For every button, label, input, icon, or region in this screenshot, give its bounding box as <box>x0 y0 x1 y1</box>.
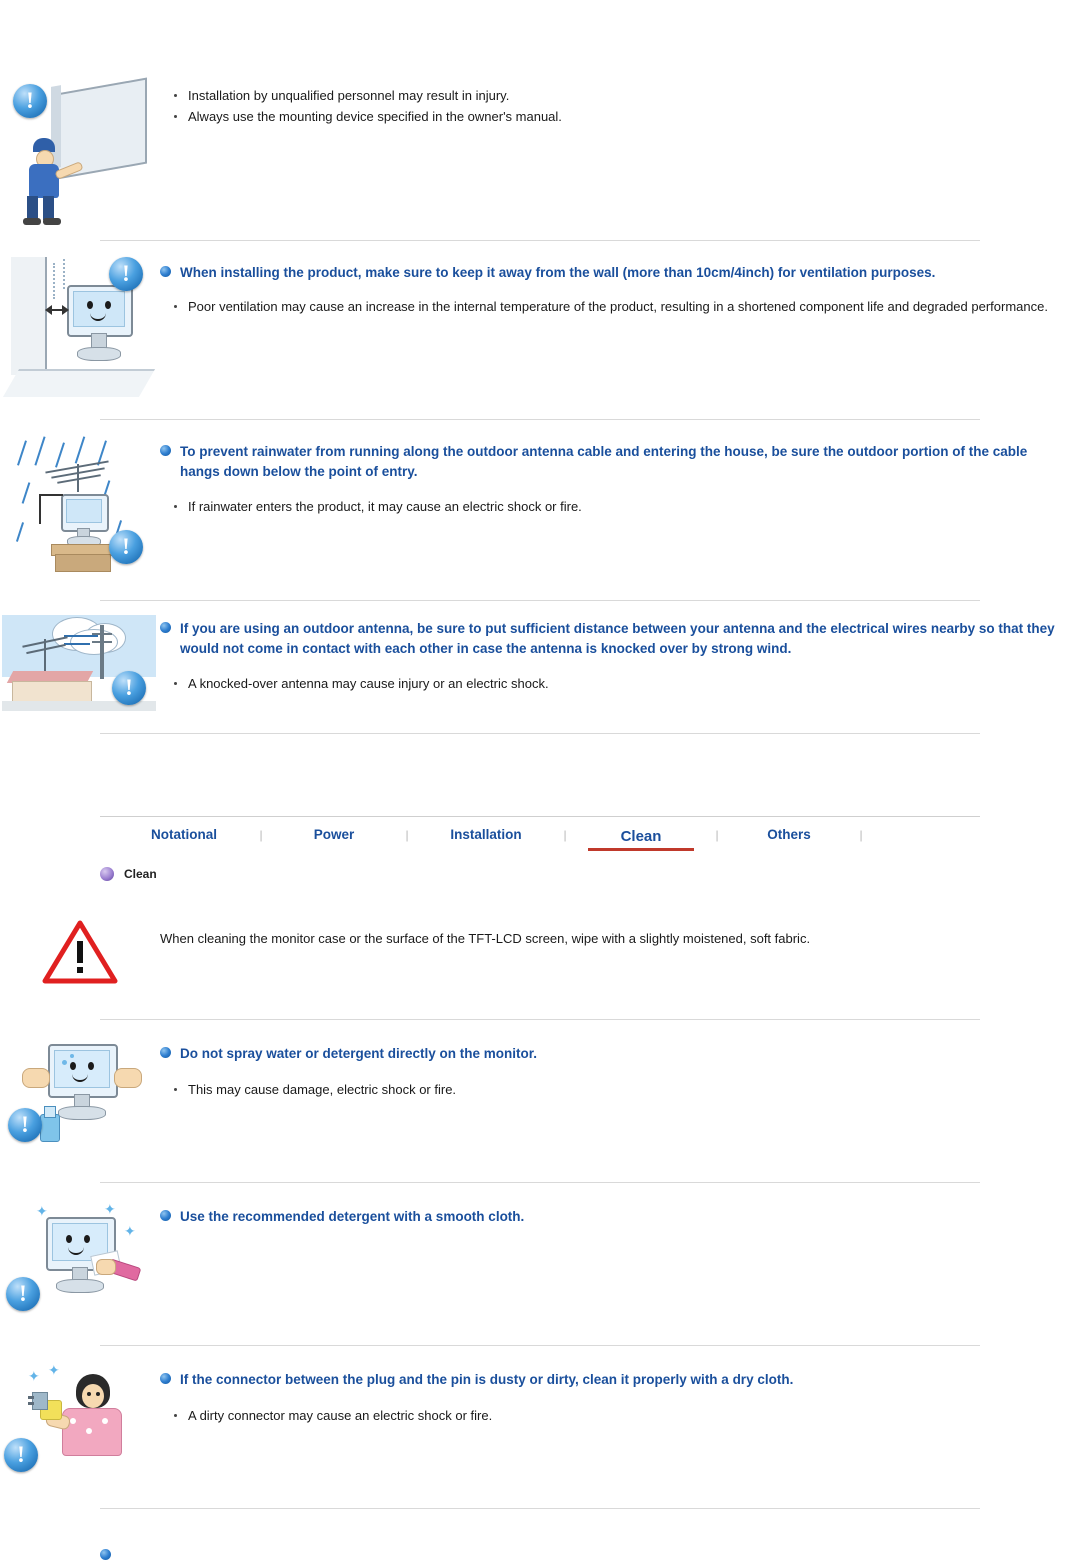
bullet-icon <box>160 266 171 277</box>
divider <box>100 1508 980 1509</box>
section-heading: Do not spray water or detergent directly… <box>160 1044 1060 1064</box>
section-ventilation-text: When installing the product, make sure t… <box>160 257 1080 318</box>
bullet-icon <box>160 1373 171 1384</box>
tab-power[interactable]: Power <box>284 827 384 851</box>
spray-bottle-monitor-illustration: ! <box>0 1036 160 1156</box>
section-heading-text: Use the recommended detergent with a smo… <box>180 1209 525 1224</box>
list-item: If rainwater enters the product, it may … <box>160 497 1060 517</box>
list-item: A dirty connector may cause an electric … <box>160 1406 1060 1426</box>
bullet-icon <box>160 1047 171 1058</box>
warning-triangle-icon <box>0 919 160 991</box>
section-heading: When installing the product, make sure t… <box>160 263 1060 283</box>
section-heading: To prevent rainwater from running along … <box>160 442 1060 481</box>
installer-wall-mount-illustration: ! <box>0 77 160 228</box>
section-heading-text: If you are using an outdoor antenna, be … <box>180 621 1055 656</box>
section-mounting: ! Installation by unqualified personnel … <box>0 0 1080 228</box>
tab-notational[interactable]: Notational <box>130 827 238 851</box>
bullet-icon <box>160 622 171 633</box>
section-outdoor-antenna-text: If you are using an outdoor antenna, be … <box>160 615 1080 695</box>
mounting-item-list: Installation by unqualified personnel ma… <box>160 86 1060 127</box>
list-item: This may cause damage, electric shock or… <box>160 1080 1060 1100</box>
exclamation-icon: ! <box>8 1108 42 1142</box>
bullet-icon <box>160 445 171 456</box>
section-ventilation: ! When installing the product, make sure… <box>0 241 1080 397</box>
antenna-power-line-illustration: ! <box>0 615 160 715</box>
person-cleaning-plug-illustration: ✦ ✦ ! <box>0 1362 160 1482</box>
section-heading-text: If the connector between the plug and th… <box>180 1372 794 1387</box>
section-dusty-connector-text: If the connector between the plug and th… <box>160 1362 1080 1427</box>
exclamation-icon: ! <box>109 257 143 291</box>
section-heading-text: When installing the product, make sure t… <box>180 265 936 280</box>
section-dusty-connector: ✦ ✦ ! If the connector between the plug … <box>0 1346 1080 1482</box>
tab-list: Notational | Power | Installation | Clea… <box>100 816 980 851</box>
section-recommended-detergent-text: Use the recommended detergent with a smo… <box>160 1199 1080 1233</box>
list-item: Poor ventilation may cause an increase i… <box>160 297 1060 317</box>
warning-triangle-svg <box>42 920 118 984</box>
section-label-text: Clean <box>124 867 157 881</box>
section-mounting-text: Installation by unqualified personnel ma… <box>160 78 1080 128</box>
ventilation-item-list: Poor ventilation may cause an increase i… <box>160 297 1060 317</box>
section-no-spray-text: Do not spray water or detergent directly… <box>160 1036 1080 1101</box>
section-no-spray: ! Do not spray water or detergent direct… <box>0 1020 1080 1156</box>
section-label-clean: Clean <box>100 867 1080 881</box>
cloth-wipe-monitor-illustration: ✦ ✦ ✦ ! <box>0 1199 160 1319</box>
section-heading-text: To prevent rainwater from running along … <box>180 444 1028 479</box>
list-item: A knocked-over antenna may cause injury … <box>160 674 1060 694</box>
list-item: Always use the mounting device specified… <box>160 107 1060 127</box>
section-heading: Use the recommended detergent with a smo… <box>160 1207 1060 1227</box>
exclamation-icon: ! <box>6 1277 40 1311</box>
tab-navigation: Notational | Power | Installation | Clea… <box>100 808 980 851</box>
dusty-connector-item-list: A dirty connector may cause an electric … <box>160 1406 1060 1426</box>
tab-separator: | <box>563 828 567 842</box>
section-heading: If you are using an outdoor antenna, be … <box>160 619 1060 658</box>
section-heading-text: Do not spray water or detergent directly… <box>180 1046 538 1061</box>
tab-installation[interactable]: Installation <box>430 827 542 851</box>
section-heading: If the connector between the plug and th… <box>160 1370 1060 1390</box>
exclamation-icon: ! <box>112 671 146 705</box>
section-bullet-icon <box>100 867 114 881</box>
no-spray-item-list: This may cause damage, electric shock or… <box>160 1080 1060 1100</box>
tab-separator: | <box>715 828 719 842</box>
exclamation-icon: ! <box>109 530 143 564</box>
divider <box>100 733 980 734</box>
tab-separator: | <box>859 828 863 842</box>
monitor-near-wall-illustration: ! <box>0 257 160 397</box>
exclamation-icon: ! <box>4 1438 38 1472</box>
tab-separator: | <box>405 828 409 842</box>
tab-clean[interactable]: Clean <box>588 828 694 854</box>
tab-others[interactable]: Others <box>740 827 838 851</box>
bullet-icon <box>100 1549 111 1560</box>
section-recommended-detergent: ✦ ✦ ✦ ! Use the recommended detergent wi… <box>0 1183 1080 1319</box>
rainwater-item-list: If rainwater enters the product, it may … <box>160 497 1060 517</box>
section-rainwater: ! To prevent rainwater from running alon… <box>0 420 1080 576</box>
outdoor-antenna-item-list: A knocked-over antenna may cause injury … <box>160 674 1060 694</box>
document-page: ! Installation by unqualified personnel … <box>0 0 1080 1560</box>
exclamation-icon: ! <box>13 84 47 118</box>
trailing-bullet <box>100 1547 1080 1565</box>
section-rainwater-text: To prevent rainwater from running along … <box>160 436 1080 518</box>
clean-intro-paragraph: When cleaning the monitor case or the su… <box>160 931 811 946</box>
list-item: Installation by unqualified personnel ma… <box>160 86 1060 106</box>
bullet-icon <box>160 1210 171 1221</box>
section-outdoor-antenna: ! If you are using an outdoor antenna, b… <box>0 601 1080 715</box>
antenna-rain-illustration: ! <box>0 436 160 576</box>
tab-separator: | <box>259 828 263 842</box>
clean-intro: When cleaning the monitor case or the su… <box>0 881 1080 991</box>
clean-intro-text: When cleaning the monitor case or the su… <box>160 919 1080 950</box>
